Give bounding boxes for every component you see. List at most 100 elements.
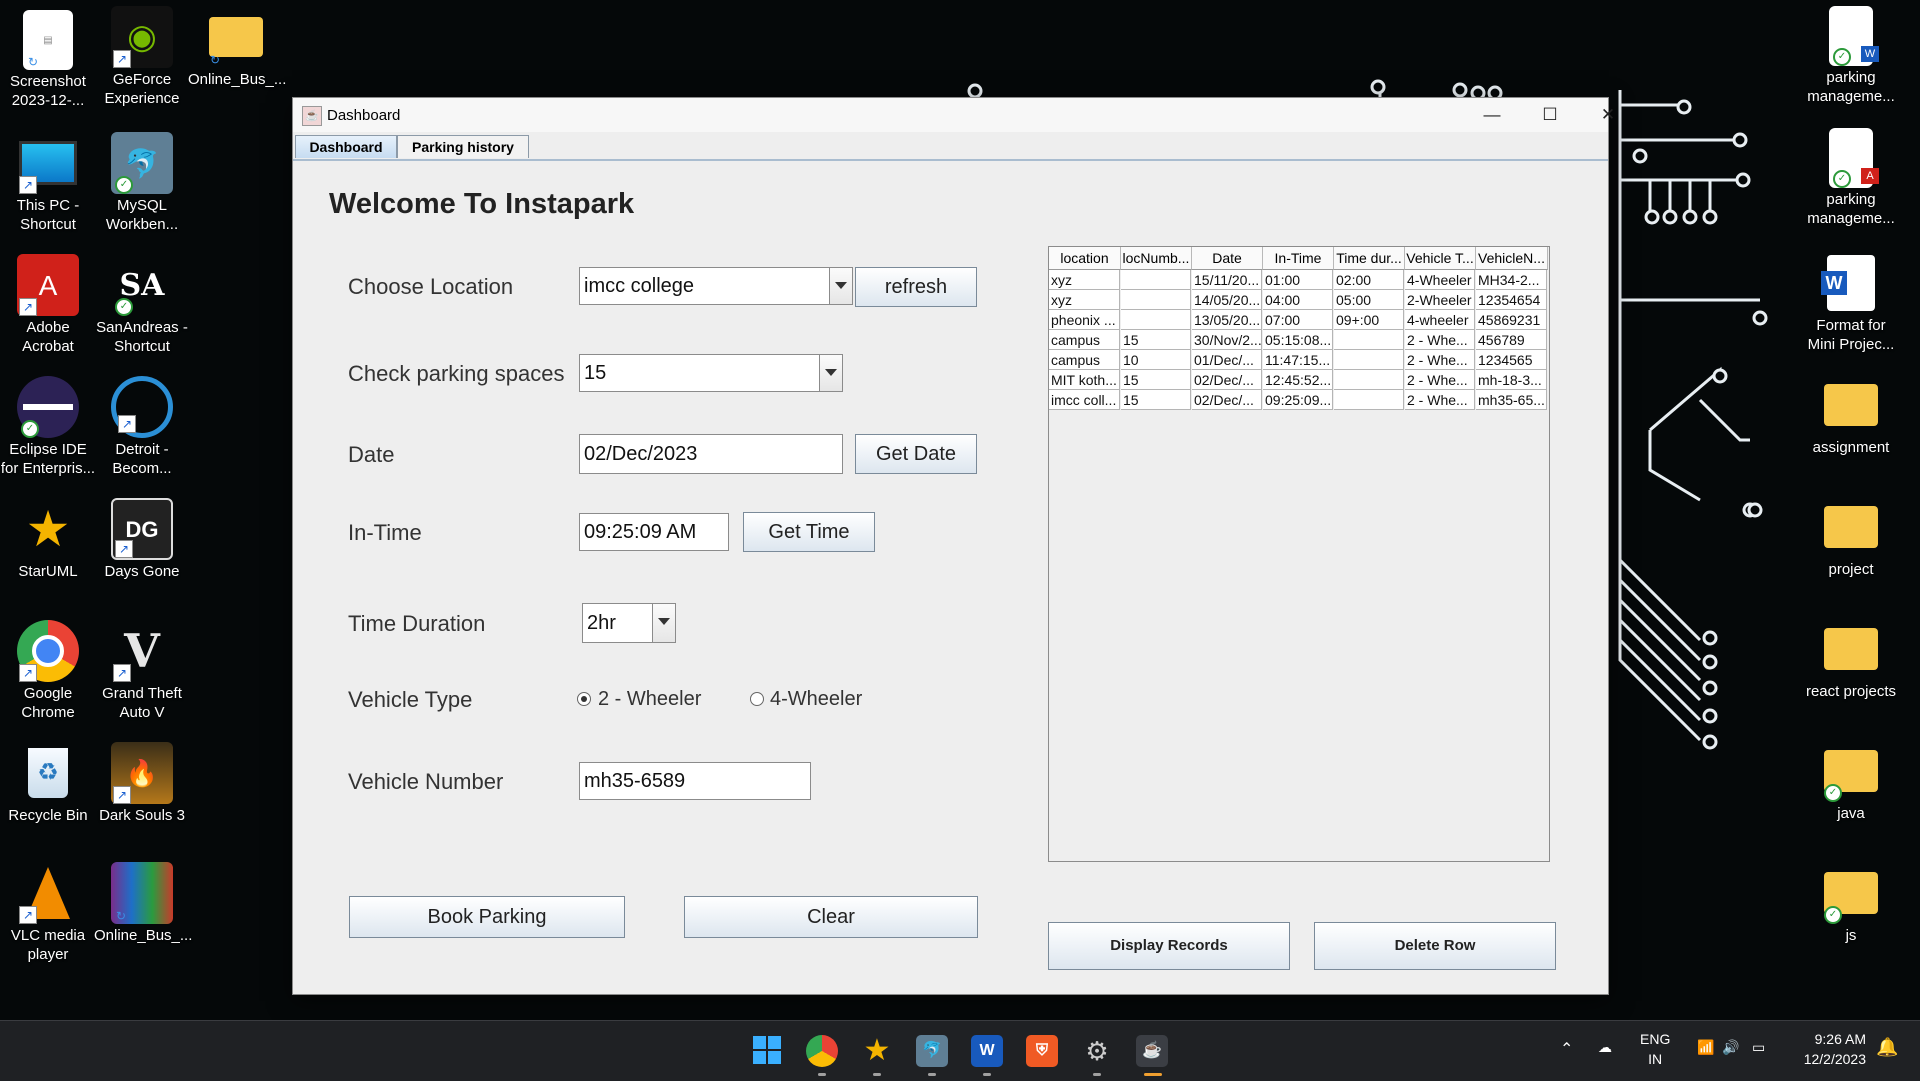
table-cell[interactable]: 05:15:08... (1263, 330, 1333, 350)
desktop-icon-react-folder[interactable]: react projects (1803, 618, 1899, 701)
chrome-icon[interactable] (806, 1035, 838, 1067)
staruml-icon[interactable]: ★ (861, 1035, 893, 1067)
windows-start-icon[interactable] (751, 1035, 783, 1067)
table-header[interactable]: In-Time (1263, 247, 1334, 270)
chevron-down-icon[interactable] (829, 268, 852, 304)
chevron-down-icon[interactable] (819, 355, 842, 391)
radio-four-wheeler[interactable] (750, 692, 764, 706)
table-cell[interactable]: 09+:00 (1334, 310, 1404, 330)
volume-icon[interactable]: 🔊 (1722, 1039, 1739, 1056)
table-cell[interactable]: 01/Dec/... (1192, 350, 1262, 370)
desktop-icon-acrobat[interactable]: A ↗ Adobe Acrobat (0, 254, 96, 356)
desktop-icon-eclipse[interactable]: ✓ Eclipse IDE for Enterpris... (0, 376, 96, 478)
desktop-icon-assignment-folder[interactable]: assignment (1803, 374, 1899, 457)
desktop-icon-detroit[interactable]: ↗ Detroit - Becom... (94, 376, 190, 478)
table-cell[interactable] (1334, 370, 1404, 390)
desktop-icon-staruml[interactable]: ★ StarUML (0, 498, 96, 581)
table-cell[interactable]: xyz (1049, 290, 1120, 310)
table-cell[interactable] (1334, 330, 1404, 350)
table-cell[interactable]: 2 - Whe... (1405, 370, 1475, 390)
table-cell[interactable]: 10 (1121, 350, 1191, 370)
language-indicator[interactable]: ENG IN (1640, 1029, 1670, 1069)
table-cell[interactable]: 15/11/20... (1192, 270, 1262, 290)
table-cell[interactable]: 12354654 (1476, 290, 1547, 310)
desktop-icon-js-folder[interactable]: ✓ js (1803, 862, 1899, 945)
table-header[interactable]: Vehicle T... (1405, 247, 1476, 270)
table-header[interactable]: Date (1192, 247, 1263, 270)
java-app-icon[interactable]: ☕ (1136, 1035, 1168, 1067)
refresh-button[interactable]: refresh (855, 267, 977, 307)
duration-combobox[interactable]: 2hr (582, 603, 676, 643)
desktop-icon-geforce[interactable]: ◉ ↗ GeForce Experience (94, 6, 190, 108)
book-parking-button[interactable]: Book Parking (349, 896, 625, 938)
table-cell[interactable]: 4-wheeler (1405, 310, 1475, 330)
table-cell[interactable]: MH34-2... (1476, 270, 1547, 290)
desktop-icon-java-folder[interactable]: ✓ java (1803, 740, 1899, 823)
desktop-icon-winrar[interactable]: ↻ Online_Bus_... (94, 862, 192, 945)
desktop-icon-gta[interactable]: V ↗ Grand Theft Auto V (94, 620, 190, 722)
table-cell[interactable] (1121, 270, 1191, 290)
table-cell[interactable] (1121, 290, 1191, 310)
table-cell[interactable]: 456789 (1476, 330, 1547, 350)
vehicle-number-field[interactable]: mh35-6589 (579, 762, 811, 800)
minimize-button[interactable]: — (1463, 98, 1521, 132)
date-field[interactable]: 02/Dec/2023 (579, 434, 843, 474)
wifi-icon[interactable]: 📶 (1697, 1039, 1714, 1056)
four-wheeler-label[interactable]: 4-Wheeler (770, 688, 862, 711)
records-table[interactable]: location locNumb... Date In-Time Time du… (1048, 246, 1550, 862)
table-cell[interactable]: 01:00 (1263, 270, 1333, 290)
mysql-icon[interactable]: 🐬 (916, 1035, 948, 1067)
table-cell[interactable]: mh35-65... (1476, 390, 1547, 410)
tab-dashboard[interactable]: Dashboard (295, 135, 397, 158)
table-cell[interactable]: 45869231 (1476, 310, 1547, 330)
table-header[interactable]: VehicleN... (1476, 247, 1548, 270)
onedrive-cloud-icon[interactable]: ☁ (1598, 1039, 1612, 1056)
table-cell[interactable]: 2-Wheeler (1405, 290, 1475, 310)
desktop-icon-recycle-bin[interactable]: ♻ Recycle Bin (0, 742, 96, 825)
intime-field[interactable]: 09:25:09 AM (579, 513, 729, 551)
chevron-down-icon[interactable] (652, 604, 675, 642)
desktop-icon-this-pc[interactable]: ↗ This PC - Shortcut (0, 132, 96, 234)
table-cell[interactable]: 02/Dec/... (1192, 370, 1262, 390)
table-cell[interactable] (1334, 390, 1404, 410)
table-cell[interactable]: 30/Nov/2... (1192, 330, 1262, 350)
table-cell[interactable]: 1234565 (1476, 350, 1547, 370)
brave-icon[interactable]: ⛨ (1026, 1035, 1058, 1067)
desktop-icon-vlc[interactable]: ↗ VLC media player (0, 862, 96, 964)
desktop-icon-online-bus-folder[interactable]: ↻ Online_Bus_... (188, 6, 286, 89)
desktop-icon-dark-souls[interactable]: 🔥 ↗ Dark Souls 3 (94, 742, 190, 825)
display-records-button[interactable]: Display Records (1048, 922, 1290, 970)
table-header[interactable]: location (1049, 247, 1121, 270)
clock[interactable]: 9:26 AM 12/2/2023 (1792, 1029, 1866, 1069)
two-wheeler-label[interactable]: 2 - Wheeler (598, 688, 701, 711)
get-date-button[interactable]: Get Date (855, 434, 977, 474)
desktop-icon-chrome[interactable]: ↗ Google Chrome (0, 620, 96, 722)
table-cell[interactable]: mh-18-3... (1476, 370, 1547, 390)
delete-row-button[interactable]: Delete Row (1314, 922, 1556, 970)
chevron-up-icon[interactable]: ⌃ (1560, 1039, 1573, 1059)
location-combobox[interactable]: imcc college (579, 267, 853, 305)
table-cell[interactable]: 15 (1121, 370, 1191, 390)
table-cell[interactable]: 02/Dec/... (1192, 390, 1262, 410)
close-button[interactable]: ✕ (1579, 98, 1637, 132)
table-cell[interactable]: 11:47:15... (1263, 350, 1333, 370)
clear-button[interactable]: Clear (684, 896, 978, 938)
table-cell[interactable]: 13/05/20... (1192, 310, 1262, 330)
table-cell[interactable]: 2 - Whe... (1405, 390, 1475, 410)
table-cell[interactable]: MIT koth... (1049, 370, 1120, 390)
table-cell[interactable]: 4-Wheeler (1405, 270, 1475, 290)
tab-parking-history[interactable]: Parking history (397, 135, 529, 158)
table-cell[interactable]: 04:00 (1263, 290, 1333, 310)
table-cell[interactable] (1121, 310, 1191, 330)
table-cell[interactable]: 12:45:52... (1263, 370, 1333, 390)
table-cell[interactable]: campus (1049, 350, 1120, 370)
table-cell[interactable]: xyz (1049, 270, 1120, 290)
table-cell[interactable]: 07:00 (1263, 310, 1333, 330)
desktop-icon-project-folder[interactable]: project (1803, 496, 1899, 579)
table-cell[interactable]: 02:00 (1334, 270, 1404, 290)
table-cell[interactable]: campus (1049, 330, 1120, 350)
table-cell[interactable]: 15 (1121, 390, 1191, 410)
table-cell[interactable]: 2 - Whe... (1405, 330, 1475, 350)
get-time-button[interactable]: Get Time (743, 512, 875, 552)
table-cell[interactable]: 15 (1121, 330, 1191, 350)
